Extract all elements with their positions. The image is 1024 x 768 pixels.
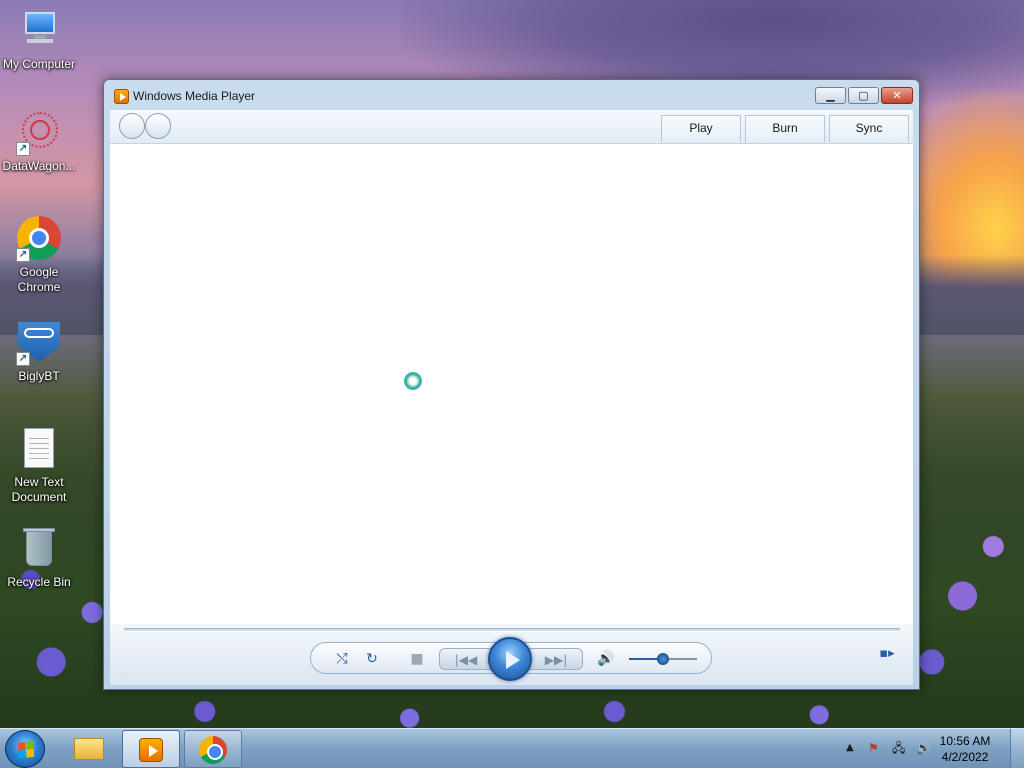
volume-knob[interactable] <box>657 653 669 665</box>
desktop-icon-recycle-bin[interactable]: Recycle Bin <box>0 526 78 590</box>
recycle-bin-icon <box>16 526 62 572</box>
forward-button[interactable] <box>145 113 171 139</box>
folder-icon <box>74 738 104 760</box>
taskbar: ▲ ⚑ 🖧 🔊 10:56 AM 4/2/2022 <box>0 728 1024 768</box>
minimize-button[interactable]: ▁ <box>815 87 846 104</box>
minimize-icon: ▁ <box>826 89 835 102</box>
shuffle-button[interactable]: ⤭ <box>333 649 351 669</box>
shortcut-arrow-icon: ↗ <box>16 352 30 366</box>
chrome-icon <box>199 736 227 764</box>
maximize-icon: ▢ <box>858 89 869 102</box>
maximize-button[interactable]: ▢ <box>848 87 879 104</box>
text-document-icon <box>16 426 62 472</box>
desktop-icon-label: BiglyBT <box>18 369 60 383</box>
close-button[interactable]: ✕ <box>881 87 913 104</box>
desktop-icon-label: New Text Document <box>11 475 67 504</box>
switch-to-now-playing-button[interactable]: ▪▸ <box>877 646 897 662</box>
taskbar-explorer-button[interactable] <box>60 730 118 768</box>
volume-slider[interactable] <box>629 653 697 665</box>
action-center-icon[interactable]: ⚑ <box>868 741 882 755</box>
taskbar-chrome-button[interactable] <box>184 730 242 768</box>
clock[interactable]: 10:56 AM 4/2/2022 <box>930 733 1000 765</box>
tab-play[interactable]: Play <box>661 115 741 142</box>
biglybt-icon: ↗ <box>16 320 62 366</box>
tab-strip: Play Burn Sync <box>661 115 909 142</box>
clock-time: 10:56 AM <box>939 734 991 748</box>
desktop-icon-google-chrome[interactable]: ↗ Google Chrome <box>0 216 78 295</box>
mute-button[interactable]: 🔊 <box>597 649 615 669</box>
shortcut-arrow-icon: ↗ <box>16 142 30 156</box>
desktop-icon-new-text-document[interactable]: New Text Document <box>0 426 78 505</box>
media-player-icon <box>139 738 163 762</box>
library-content-area[interactable] <box>110 144 913 624</box>
loading-spinner-icon <box>404 372 422 390</box>
computer-icon <box>16 8 62 54</box>
clock-date: 4/2/2022 <box>941 750 989 764</box>
windows-logo-icon <box>18 741 34 759</box>
seek-bar[interactable] <box>124 628 900 632</box>
previous-button[interactable]: |◀◀ <box>446 650 486 670</box>
chrome-icon: ↗ <box>16 216 62 262</box>
tab-burn[interactable]: Burn <box>745 115 825 142</box>
show-desktop-button[interactable] <box>1010 729 1024 768</box>
desktop-icon-label: DataWagon... <box>2 159 76 173</box>
start-button[interactable] <box>5 730 45 768</box>
desktop-icon-label: My Computer <box>2 57 76 71</box>
desktop-icon-label: Recycle Bin <box>7 575 71 589</box>
title-bar[interactable]: Windows Media Player ▁ ▢ ✕ <box>104 80 919 110</box>
transport-controls: ⤭ ↻ ■ |◀◀ ▶▶| 🔊 <box>310 637 712 681</box>
toolbar: Play Burn Sync <box>110 110 913 144</box>
show-hidden-icons-button[interactable]: ▲ <box>846 742 854 753</box>
repeat-button[interactable]: ↻ <box>363 649 381 669</box>
media-player-icon <box>114 89 129 104</box>
desktop-icon-label: Google Chrome <box>17 265 61 294</box>
desktop-icon-datawagon[interactable]: ↗ DataWagon... <box>0 110 78 174</box>
taskbar-media-player-button[interactable] <box>122 730 180 768</box>
close-icon: ✕ <box>892 89 902 102</box>
play-button[interactable] <box>488 637 532 681</box>
stop-button[interactable]: ■ <box>409 649 425 669</box>
datawagon-icon: ↗ <box>16 110 62 156</box>
desktop-icon-my-computer[interactable]: My Computer <box>0 8 78 72</box>
network-icon[interactable]: 🖧 <box>892 741 908 755</box>
playback-controls-area: ⤭ ↻ ■ |◀◀ ▶▶| 🔊 ▪▸ <box>110 624 913 685</box>
tab-sync[interactable]: Sync <box>829 115 909 142</box>
window-title: Windows Media Player <box>133 89 256 103</box>
desktop-icon-biglybt[interactable]: ↗ BiglyBT <box>0 320 78 384</box>
next-button[interactable]: ▶▶| <box>536 650 576 670</box>
caption-buttons: ▁ ▢ ✕ <box>815 87 913 104</box>
media-player-window[interactable]: Windows Media Player ▁ ▢ ✕ Play Burn Syn… <box>103 79 920 690</box>
shortcut-arrow-icon: ↗ <box>16 248 30 262</box>
back-button[interactable] <box>119 113 145 139</box>
